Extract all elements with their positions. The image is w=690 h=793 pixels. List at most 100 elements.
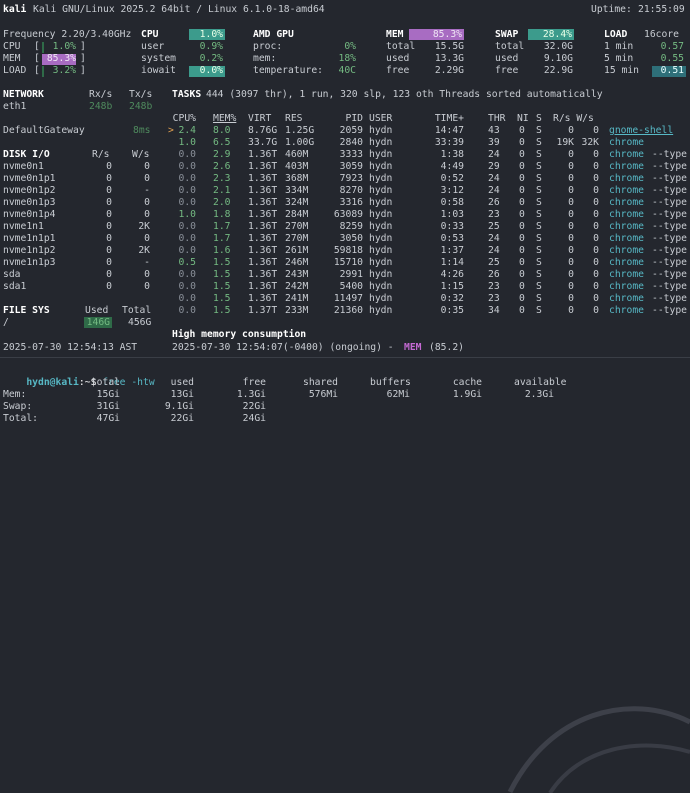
- free-col-header: cache: [452, 377, 482, 388]
- process-col-pid: PID: [345, 113, 364, 124]
- process-command[interactable]: chrome: [609, 137, 644, 149]
- process-mem: 2.1: [213, 185, 231, 196]
- process-args: --type: [652, 293, 687, 304]
- disk-name: nvme1n1p2: [3, 245, 56, 256]
- process-cpu: 0.0: [178, 149, 197, 160]
- process-user: hydn: [369, 293, 393, 304]
- load-stat-label: 1 min: [604, 41, 634, 52]
- mem-stat-value: 13.3G: [434, 53, 464, 64]
- process-virt: 1.36T: [248, 269, 278, 280]
- gpu-stat-label: proc:: [253, 41, 283, 52]
- bracket-open: [: [34, 65, 40, 76]
- disk-write: -: [144, 185, 150, 196]
- process-user: hydn: [369, 269, 393, 280]
- process-nice: 0: [519, 233, 525, 244]
- uptime-label: Uptime:: [591, 4, 632, 15]
- process-command[interactable]: chrome: [609, 245, 644, 257]
- process-threads: 23: [488, 281, 500, 292]
- process-cpu: 0.0: [178, 305, 197, 316]
- process-command[interactable]: chrome: [609, 173, 644, 185]
- process-pid: 2059: [339, 125, 363, 136]
- free-col-header: used: [170, 377, 194, 388]
- process-write: 0: [593, 293, 599, 304]
- disk-read: 0: [106, 185, 112, 196]
- process-user: hydn: [369, 305, 393, 316]
- process-threads: 34: [488, 305, 500, 316]
- disk-read: 0: [106, 221, 112, 232]
- process-command[interactable]: gnome-shell: [609, 125, 673, 137]
- process-virt: 1.36T: [248, 149, 278, 160]
- load-stat-label: 5 min: [604, 53, 634, 64]
- process-command[interactable]: chrome: [609, 281, 644, 293]
- process-state: S: [536, 245, 542, 256]
- process-command[interactable]: chrome: [609, 149, 644, 161]
- process-read: 0: [568, 161, 574, 172]
- process-state: S: [536, 161, 542, 172]
- process-mem: 2.0: [213, 197, 231, 208]
- process-res: 334M: [285, 185, 309, 196]
- disk-read: 0: [106, 197, 112, 208]
- gpu-stat-label: temperature:: [253, 65, 323, 76]
- process-col-thr: THR: [488, 113, 506, 124]
- process-command[interactable]: chrome: [609, 197, 644, 209]
- process-write: 0: [593, 305, 599, 316]
- process-command[interactable]: chrome: [609, 161, 644, 173]
- disk-name: sda1: [3, 281, 27, 292]
- process-command[interactable]: chrome: [609, 221, 644, 233]
- process-pid: 21360: [333, 305, 363, 316]
- timestamp: 2025-07-30 12:54:13 AST: [3, 342, 138, 353]
- free-row-label: Total:: [3, 413, 38, 424]
- process-command[interactable]: chrome: [609, 293, 644, 305]
- process-pid: 15710: [333, 257, 363, 268]
- process-cpu: 1.0: [178, 209, 197, 220]
- system-info: Kali GNU/Linux 2025.2 64bit / Linux 6.1.…: [33, 4, 325, 15]
- process-command[interactable]: chrome: [609, 233, 644, 245]
- process-pid: 63089: [333, 209, 363, 220]
- mem-stat-value: 2.29G: [434, 65, 464, 76]
- process-cpu: 0.0: [178, 161, 197, 172]
- process-read: 0: [568, 209, 574, 220]
- disk-read: 0: [106, 173, 112, 184]
- process-write: 0: [593, 185, 599, 196]
- process-command[interactable]: chrome: [609, 269, 644, 281]
- process-write: 0: [593, 173, 599, 184]
- process-nice: 0: [519, 209, 525, 220]
- gpu-title: AMD GPU: [253, 29, 294, 40]
- process-state: S: [536, 197, 542, 208]
- process-time: 33:39: [434, 137, 464, 148]
- terminal[interactable]: hydn@kali:~$ free -htw total used free shar…: [0, 362, 690, 793]
- process-threads: 43: [488, 125, 500, 136]
- tasks-summary: 444 (3097 thr), 1 run, 320 slp, 123 oth …: [206, 89, 603, 100]
- cpu-row-label: CPU: [3, 41, 21, 52]
- process-command[interactable]: chrome: [609, 209, 644, 221]
- cpu-stat-label: user: [141, 41, 165, 52]
- process-args: --type: [652, 305, 687, 316]
- process-command[interactable]: chrome: [609, 257, 644, 269]
- process-threads: 24: [488, 173, 500, 184]
- process-virt: 1.36T: [248, 197, 278, 208]
- gpu-stat-value: 18%: [338, 53, 357, 64]
- gateway-latency: 8ms: [133, 125, 151, 136]
- process-command[interactable]: chrome: [609, 305, 644, 317]
- process-mem: 1.8: [213, 209, 231, 220]
- process-nice: 0: [519, 161, 525, 172]
- process-command[interactable]: chrome: [609, 185, 644, 197]
- cpu-row-value: 3.2%: [52, 65, 76, 76]
- swap-title: SWAP: [495, 29, 519, 40]
- process-time: 4:26: [440, 269, 464, 280]
- alert-title: High memory consumption: [172, 329, 307, 340]
- process-user: hydn: [369, 197, 393, 208]
- process-mem: 1.7: [213, 221, 231, 232]
- disk-name: nvme0n1p3: [3, 197, 56, 208]
- process-pid: 8259: [339, 221, 363, 232]
- process-col-mem: MEM%: [213, 113, 237, 124]
- process-read: 0: [568, 305, 574, 316]
- process-state: S: [536, 281, 542, 292]
- free-cell: 22Gi: [170, 413, 194, 424]
- free-cell: 13Gi: [170, 389, 194, 400]
- process-threads: 25: [488, 257, 500, 268]
- process-user: hydn: [369, 209, 393, 220]
- process-user: hydn: [369, 257, 393, 268]
- process-state: S: [536, 257, 542, 268]
- disk-name: nvme0n1p4: [3, 209, 56, 220]
